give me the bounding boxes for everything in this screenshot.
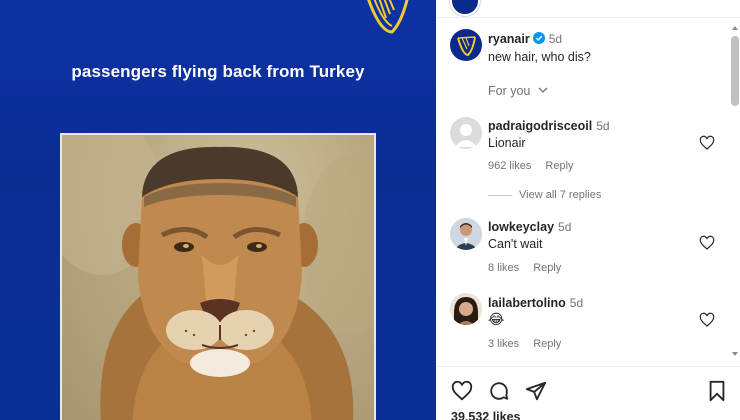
- comment-author[interactable]: padraigodrisceoil 5d: [488, 119, 610, 133]
- verified-badge-icon: [532, 32, 545, 44]
- comment-meta: 962 likes Reply: [488, 160, 574, 172]
- reply-button[interactable]: Reply: [533, 338, 561, 350]
- bookmark-icon[interactable]: [706, 380, 728, 402]
- scroll-down-arrow-icon[interactable]: [732, 352, 738, 356]
- comment-likes[interactable]: 962 likes: [488, 160, 531, 172]
- comment-avatar[interactable]: [450, 293, 482, 325]
- comments-panel: ryanair 5d new hair, who dis? For you pad…: [436, 0, 740, 420]
- heart-icon[interactable]: [451, 380, 473, 402]
- ryanair-avatar[interactable]: [450, 29, 482, 61]
- comment-text: Can't wait: [488, 237, 543, 251]
- post-image[interactable]: passengers flying back from Turkey: [0, 0, 436, 420]
- comment-filter-dropdown[interactable]: For you: [488, 84, 548, 98]
- reply-button[interactable]: Reply: [545, 160, 573, 172]
- comment-likes[interactable]: 8 likes: [488, 262, 519, 274]
- post-header-strip: [436, 0, 740, 18]
- comments-scrollbar[interactable]: [730, 24, 740, 362]
- chevron-down-icon: [538, 87, 548, 93]
- comment-username[interactable]: lailabertolino: [488, 296, 566, 310]
- comment-heart-icon[interactable]: [699, 235, 715, 251]
- caption-username[interactable]: ryanair: [488, 32, 530, 46]
- scroll-up-arrow-icon[interactable]: [732, 26, 738, 30]
- comment-username[interactable]: lowkeyclay: [488, 220, 554, 234]
- comment-meta: 8 likes Reply: [488, 262, 561, 274]
- comment-heart-icon[interactable]: [699, 135, 715, 151]
- lion-photo: [60, 133, 376, 420]
- comment-username[interactable]: padraigodrisceoil: [488, 119, 592, 133]
- comment-avatar[interactable]: [450, 117, 482, 149]
- replies-divider: [488, 195, 512, 196]
- ryanair-harp-logo: [367, 0, 409, 34]
- actions-divider: [436, 366, 740, 367]
- header-avatar[interactable]: [450, 0, 480, 16]
- comment-icon[interactable]: [488, 380, 510, 402]
- comment-text: Lionair: [488, 136, 526, 150]
- comment-time: 5d: [596, 119, 610, 133]
- caption-time: 5d: [548, 32, 563, 46]
- filter-label: For you: [488, 84, 531, 98]
- caption-author[interactable]: ryanair 5d: [488, 32, 562, 46]
- caption-text: new hair, who dis?: [488, 50, 591, 64]
- comment-author[interactable]: lowkeyclay 5d: [488, 220, 571, 234]
- view-replies-button[interactable]: View all 7 replies: [519, 189, 601, 201]
- comment-avatar[interactable]: [450, 218, 482, 250]
- comment-time: 5d: [569, 296, 584, 310]
- comment-meta: 3 likes Reply: [488, 338, 561, 350]
- scroll-thumb[interactable]: [731, 36, 739, 106]
- comment-emoji: 😂: [488, 311, 505, 327]
- comment-heart-icon[interactable]: [699, 312, 715, 328]
- share-icon[interactable]: [525, 380, 547, 402]
- meme-caption: passengers flying back from Turkey: [71, 62, 365, 81]
- comment-author[interactable]: lailabertolino 5d: [488, 296, 583, 310]
- reply-button[interactable]: Reply: [533, 262, 561, 274]
- post-likes-count[interactable]: 39,532 likes: [451, 410, 521, 420]
- comment-likes[interactable]: 3 likes: [488, 338, 519, 350]
- comment-time: 5d: [558, 220, 572, 234]
